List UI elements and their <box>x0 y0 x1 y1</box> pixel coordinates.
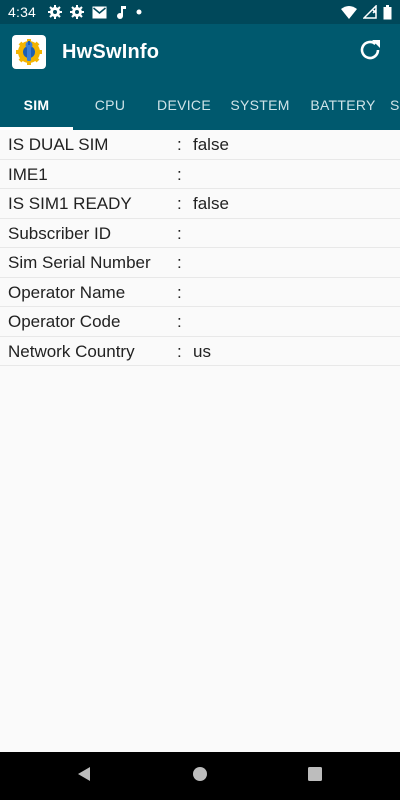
row-label: IME1 <box>8 164 48 184</box>
row-separator: : <box>177 253 182 272</box>
status-bar: 4:34 <box>0 0 400 24</box>
row-separator: : <box>177 223 182 243</box>
home-button[interactable] <box>190 766 210 786</box>
list-item: IS DUAL SIM : false <box>0 130 400 160</box>
row-label: IS DUAL SIM <box>8 135 109 154</box>
battery-icon <box>383 4 392 20</box>
row-label: Operator Code <box>8 312 121 331</box>
row-value: false <box>193 194 229 213</box>
tab-partial[interactable]: S <box>390 80 400 130</box>
wifi-icon <box>341 5 357 19</box>
back-icon <box>76 766 92 787</box>
refresh-button[interactable] <box>356 38 384 66</box>
row-separator: : <box>177 194 182 213</box>
gear-icon <box>70 5 85 19</box>
wrench-gear-icon <box>12 35 46 69</box>
sim-info-list: IS DUAL SIM : false IME1 : IS SIM1 READY… <box>0 130 400 366</box>
status-time: 4:34 <box>8 4 37 20</box>
tab-device[interactable]: DEVICE <box>147 80 221 130</box>
list-item: Operator Code : <box>0 307 400 337</box>
mail-icon <box>92 6 107 19</box>
dot-icon <box>135 8 143 16</box>
list-item: Sim Serial Number : <box>0 248 400 278</box>
row-label: Sim Serial Number <box>8 253 151 272</box>
home-icon <box>192 766 208 787</box>
tab-cpu[interactable]: CPU <box>73 80 147 130</box>
row-label: Subscriber ID <box>8 223 111 243</box>
tab-label: CPU <box>94 97 126 113</box>
row-separator: : <box>177 135 182 154</box>
tab-system[interactable]: SYSTEM <box>221 80 299 130</box>
tab-label: SIM <box>23 97 50 113</box>
list-item: Network Country : us <box>0 337 400 366</box>
app-title: HwSwInfo <box>62 40 160 63</box>
tab-sim[interactable]: SIM <box>0 80 73 130</box>
tab-battery[interactable]: BATTERY <box>299 80 387 130</box>
refresh-icon <box>358 38 382 67</box>
row-label: IS SIM1 READY <box>8 194 132 213</box>
row-label: Network Country <box>8 341 135 361</box>
tab-label: DEVICE <box>157 97 211 113</box>
recents-button[interactable] <box>305 766 325 786</box>
back-button[interactable] <box>74 766 94 786</box>
navigation-bar <box>0 752 400 800</box>
app-bar: HwSwInfo <box>0 24 400 80</box>
list-item: IS SIM1 READY : false <box>0 189 400 219</box>
gear-icon <box>48 5 63 19</box>
row-separator: : <box>177 164 182 184</box>
row-label: Operator Name <box>8 282 126 302</box>
recents-icon <box>307 766 323 787</box>
music-note-icon <box>115 5 127 19</box>
tab-bar: SIM CPU DEVICE SYSTEM BATTERY S <box>0 80 400 130</box>
row-value: false <box>193 135 229 154</box>
notification-icons <box>48 5 143 19</box>
tab-label: S <box>390 97 400 113</box>
row-separator: : <box>177 312 182 331</box>
signal-icon <box>363 5 377 19</box>
list-item: Operator Name : <box>0 278 400 307</box>
system-icons <box>341 4 392 20</box>
list-item: IME1 : <box>0 160 400 189</box>
row-separator: : <box>177 341 182 361</box>
list-item: Subscriber ID : <box>0 219 400 248</box>
row-separator: : <box>177 282 182 302</box>
tab-label: SYSTEM <box>230 97 290 113</box>
row-value: us <box>193 341 211 361</box>
tab-label: BATTERY <box>310 97 376 113</box>
